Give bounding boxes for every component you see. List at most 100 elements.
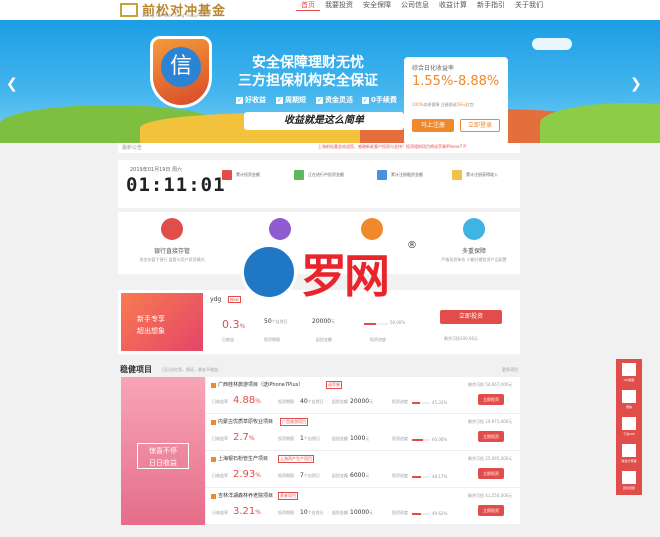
product-name[interactable]: 内蒙古优质草原牧业项目: [218, 418, 273, 425]
top-icon: [622, 471, 636, 484]
stat-item: 正在进行中投资金额: [294, 170, 344, 180]
side-item[interactable]: QQ客服: [616, 360, 642, 386]
main-nav: 首页 我要投资 安全保障 公司信息 收益计算 新手指引 关于我们: [296, 0, 548, 11]
stat-icon: [377, 170, 387, 180]
feature-icon: [269, 218, 291, 240]
side-item[interactable]: 微信: [616, 387, 642, 413]
product-available: 剩余可投 19,971,000元: [468, 419, 513, 424]
product-row[interactable]: 上海银石粉管生产项目 上海资产生产项目 日收益率 2.93% 投资期限 7个自然日 起投金额…: [206, 451, 520, 488]
header: 前松对冲基金 Shang Hai Qian Song Hedge Fund 首页…: [0, 0, 660, 20]
progress-fill: [364, 323, 376, 325]
product-name[interactable]: 上海银石粉管生产项目: [218, 455, 268, 462]
watermark-logo: 罗网 ®: [241, 240, 427, 303]
label: 投资期限: [278, 510, 294, 515]
product-available: 剩余可投 41,556,000元: [468, 493, 513, 498]
label: 日收益率: [212, 510, 228, 515]
side-item[interactable]: 回到顶部: [616, 468, 642, 494]
newbie-invest-button[interactable]: 立即投资: [440, 310, 502, 324]
product-rate: 3.21%: [233, 506, 261, 517]
product-available: 剩余可投 25,095,000元: [468, 456, 513, 461]
newbie-promo[interactable]: 新手专享 超出想象: [121, 293, 203, 351]
newbie-rate: 0.3%: [222, 318, 246, 331]
product-row[interactable]: 吉林洋湖森林养老院项目 养老项目 日收益率 3.21% 投资期限 10个自然日 起投金额 10…: [206, 488, 520, 525]
nav-home[interactable]: 首页: [296, 0, 320, 11]
product-period: 1个自然日: [300, 435, 320, 442]
nav-security[interactable]: 安全保障: [358, 0, 396, 11]
label: 起投金额: [316, 337, 332, 342]
side-item[interactable]: 收益计算器: [616, 441, 642, 467]
label: 投资进度: [392, 510, 408, 515]
rate-card: 综合日化收益率 1.55%-8.88% 100%本息保障 注册即送58元红包 马…: [404, 57, 508, 143]
nav-guide[interactable]: 新手指引: [472, 0, 510, 11]
product-row[interactable]: 内蒙古优质草原牧业项目 广西旅游项目 日收益率 2.7% 投资期限 1个自然日 起投金额 10…: [206, 414, 520, 451]
notice-label: 最新公告: [122, 145, 143, 151]
product-tag: 上海资产生产项目: [278, 455, 314, 463]
check-icon: ✓: [362, 96, 369, 104]
product-period: 7个自然日: [300, 472, 320, 479]
steady-title: 稳健项目: [120, 365, 152, 374]
product-available: 剩余可投 54,667,000元: [468, 382, 513, 387]
calculator-icon: [622, 444, 636, 457]
product-row[interactable]: 广西桂林旅游项目（送iPhone7Plus） 送苹果 日收益率 4.88% 投资期限 40…: [206, 377, 520, 414]
stat-item: 累计注册融资金额: [377, 170, 423, 180]
banner-slogan: 收益就是这么简单: [244, 112, 404, 130]
notice-bar: 最新公告 上海前松基金欢迎您，感谢新老客户投资与支持！投资理财项目将送苹果iPh…: [118, 143, 520, 153]
chevron-right-icon[interactable]: ❯: [630, 76, 642, 92]
product-name[interactable]: 广西桂林旅游项目（送iPhone7Plus）: [218, 381, 303, 388]
chevron-left-icon[interactable]: ❮: [6, 76, 18, 92]
product-progress-label: 45.33%: [432, 400, 448, 405]
rate-value: 1.55%-8.88%: [412, 74, 500, 89]
side-item[interactable]: 下载APP: [616, 414, 642, 440]
invest-button[interactable]: 立即投资: [478, 394, 504, 405]
feature-2: [240, 218, 320, 240]
watermark-text: 罗网: [301, 249, 390, 303]
newbie-period: 50个自然日: [264, 318, 288, 325]
login-button[interactable]: 立即登录: [460, 119, 500, 132]
cloud-decoration: [532, 38, 572, 50]
newbie-product-name[interactable]: ydg: [210, 296, 221, 303]
product-name[interactable]: 吉林洋湖森林养老院项目: [218, 492, 273, 499]
nav-about[interactable]: 关于我们: [510, 0, 548, 11]
newbie-tag: New: [228, 296, 241, 303]
rate-note: 100%本息保障 注册即送58元红包: [412, 102, 474, 107]
progress-fill: [412, 402, 421, 404]
progress-fill: [412, 439, 423, 441]
label: 日收益: [222, 337, 234, 342]
product-amount: 1000元: [350, 435, 370, 442]
banner-feature: ✓ 0手续费: [362, 96, 397, 104]
product-amount: 10000元: [350, 509, 374, 516]
product-icon: [211, 420, 216, 425]
qrcode-icon: [622, 390, 636, 403]
label: 投资进度: [392, 436, 408, 441]
invest-button[interactable]: 立即投资: [478, 505, 504, 516]
steady-promo[interactable]: 惊喜不停 日日收益: [121, 377, 205, 525]
qq-icon: [622, 363, 636, 376]
invest-button[interactable]: 立即投资: [478, 468, 504, 479]
product-tag: 广西旅游项目: [280, 418, 308, 426]
current-date: 2019年01月19日 周六: [130, 167, 183, 173]
register-button[interactable]: 马上注册: [412, 119, 454, 132]
registered-mark: ®: [407, 240, 417, 251]
qrcode-icon: [622, 417, 636, 430]
product-amount: 6000元: [350, 472, 370, 479]
banner-feature: ✓ 资金灵活: [316, 96, 353, 104]
shield-char: 信: [161, 47, 201, 87]
logo[interactable]: 前松对冲基金 Shang Hai Qian Song Hedge Fund: [120, 0, 226, 19]
feature-3: [332, 218, 412, 240]
bank-icon: [161, 218, 183, 240]
label: 投资期限: [264, 337, 280, 342]
label: 投资进度: [392, 473, 408, 478]
nav-company[interactable]: 公司信息: [396, 0, 434, 11]
nav-calculator[interactable]: 收益计算: [434, 0, 472, 11]
more-projects-link[interactable]: 更多项目: [502, 367, 518, 373]
progress-fill: [412, 513, 421, 515]
product-tag: 送苹果: [326, 381, 342, 389]
check-icon: ✓: [316, 96, 323, 104]
product-rate: 2.7%: [233, 432, 255, 443]
notice-text[interactable]: 上海前松基金欢迎您，感谢新老客户投资与支持！投资理财项目将送苹果iPhone7 …: [318, 144, 466, 150]
label: 投资期限: [278, 473, 294, 478]
nav-invest[interactable]: 我要投资: [320, 0, 358, 11]
invest-button[interactable]: 立即投资: [478, 431, 504, 442]
feature-icon: [361, 218, 383, 240]
label: 起投金额: [332, 473, 348, 478]
